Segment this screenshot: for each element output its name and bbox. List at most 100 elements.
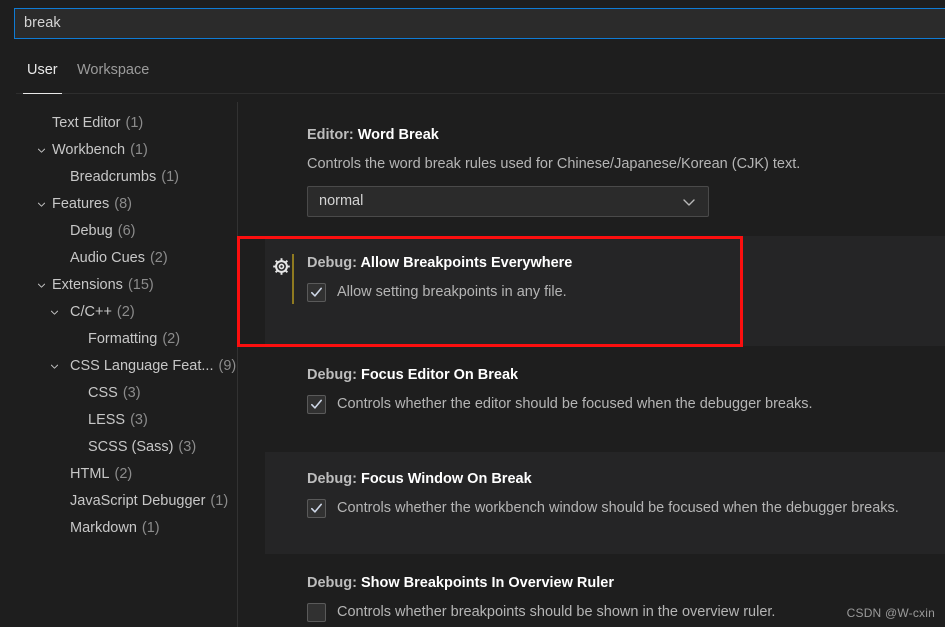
setting-checkbox-line: Controls whether the workbench window sh… [307,498,945,518]
sidebar-item-count: (1) [125,115,144,131]
sidebar-item-count: (3) [122,385,141,401]
sidebar-item-label: Workbench [52,142,126,158]
sidebar-item-count: (1) [141,520,160,536]
sidebar-item-javascript-debugger[interactable]: JavaScript Debugger (1) [0,488,237,515]
watermark: CSDN @W-cxin [846,606,935,620]
sidebar-item-label: JavaScript Debugger [70,493,206,509]
setting-name: Show Breakpoints In Overview Ruler [360,575,614,591]
setting-row[interactable]: Debug: Focus Window On Break Controls whe… [265,452,945,554]
sidebar-item-label: HTML [70,466,110,482]
settings-tree-sidebar: Text Editor (1) Workbench (1) Breadcrumbs (1)… [0,96,237,627]
search-input[interactable]: break [14,8,945,39]
sidebar-item-label: Audio Cues [70,250,145,266]
setting-category: Editor: [307,127,354,143]
modified-indicator [292,254,294,304]
tab-user[interactable]: User [23,60,62,94]
sidebar-item-label: CSS [88,385,118,401]
setting-category: Debug: [307,255,357,271]
sidebar-item-css[interactable]: CSS (3) [0,380,237,407]
setting-row[interactable]: Debug: Focus Editor On Break Controls whe… [265,348,945,450]
chevron-down-icon[interactable] [33,272,49,299]
settings-list: Editor: Word Break Controls the word brea… [238,96,945,627]
settings-editor: break User Workspace Text Editor (1) Workb… [0,0,945,627]
sidebar-item-count: (2) [116,304,135,320]
setting-name: Allow Breakpoints Everywhere [360,255,573,271]
sidebar-item-debug[interactable]: Debug (6) [0,218,237,245]
sidebar-item-count: (9) [218,358,237,374]
sidebar-item-count: (2) [162,331,181,347]
settings-scope-tabs: User Workspace [0,52,945,94]
setting-checkbox-line: Controls whether the editor should be fo… [307,394,945,414]
setting-checkbox-label: Controls whether the editor should be fo… [337,396,813,412]
sidebar-item-label: SCSS (Sass) [88,439,174,455]
setting-title: Debug: Allow Breakpoints Everywhere [307,253,945,273]
sidebar-item-audio-cues[interactable]: Audio Cues (2) [0,245,237,272]
sidebar-item-formatting[interactable]: Formatting (2) [0,326,237,353]
chevron-down-icon[interactable] [33,191,49,218]
checkbox-unchecked[interactable] [307,602,326,622]
setting-title: Debug: Focus Editor On Break [307,365,945,385]
sidebar-item-count: (1) [130,142,148,158]
setting-name: Focus Editor On Break [360,367,519,383]
sidebar-item-scss-sass[interactable]: SCSS (Sass) (3) [0,434,237,461]
sidebar-item-label: Debug [70,223,113,239]
sidebar-item-count: (3) [178,439,197,455]
setting-row[interactable]: Debug: Allow Breakpoints Everywhere Allow… [265,236,945,346]
setting-checkbox-label: Controls whether the workbench window sh… [337,500,899,516]
sidebar-item-label: Breadcrumbs [70,169,157,185]
sidebar-item-count: (1) [210,493,229,509]
sidebar-item-label: Extensions [52,277,123,293]
sidebar-item-label: Markdown [70,520,137,536]
setting-category: Debug: [307,471,357,487]
sidebar-item-breadcrumbs[interactable]: Breadcrumbs (1) [0,164,237,191]
sidebar-item-markdown[interactable]: Markdown (1) [0,515,237,542]
tabs-baseline [16,93,945,94]
sidebar-item-text-editor[interactable]: Text Editor (1) [0,110,237,137]
setting-checkbox-label: Controls whether breakpoints should be s… [337,604,776,620]
setting-row[interactable]: Debug: Show Breakpoints In Overview Rule… [265,556,945,627]
sidebar-item-html[interactable]: HTML (2) [0,461,237,488]
sidebar-item-count: (8) [114,196,132,212]
setting-checkbox-label: Allow setting breakpoints in any file. [337,284,567,300]
checkbox-checked[interactable] [307,282,326,302]
sidebar-item-count: (6) [117,223,136,239]
tab-workspace[interactable]: Workspace [73,60,153,94]
setting-category: Debug: [307,367,357,383]
sidebar-item-workbench[interactable]: Workbench (1) [0,137,237,164]
search-bar: break [0,0,945,47]
sidebar-item-count: (15) [127,277,154,293]
sidebar-item-count: (2) [149,250,168,266]
sidebar-item-extensions[interactable]: Extensions (15) [0,272,237,299]
chevron-down-icon[interactable] [33,137,49,164]
sidebar-item-c-c[interactable]: C/C++ (2) [0,299,237,326]
sidebar-item-label: Features [52,196,110,212]
chevron-down-icon[interactable] [46,353,62,380]
sidebar-item-less[interactable]: LESS (3) [0,407,237,434]
setting-dropdown[interactable]: normal [307,186,709,217]
setting-name: Focus Window On Break [360,471,532,487]
checkbox-checked[interactable] [307,498,326,518]
search-input-value: break [24,15,61,32]
chevron-down-icon[interactable] [681,194,697,210]
setting-title: Debug: Focus Window On Break [307,469,945,489]
sidebar-item-features[interactable]: Features (8) [0,191,237,218]
tab-workspace-label: Workspace [77,62,150,78]
sidebar-item-label: LESS [88,412,126,428]
sidebar-item-css-language-feat[interactable]: CSS Language Feat... (9) [0,353,237,380]
setting-name: Word Break [357,127,439,143]
gear-icon[interactable] [271,256,291,276]
setting-row[interactable]: Editor: Word Break Controls the word brea… [265,108,945,224]
setting-title: Debug: Show Breakpoints In Overview Rule… [307,573,945,593]
setting-dropdown-value: normal [319,193,364,210]
checkbox-checked[interactable] [307,394,326,414]
sidebar-item-label: C/C++ [70,304,112,320]
tab-user-label: User [27,62,58,78]
setting-description: Controls the word break rules used for C… [307,156,801,172]
sidebar-item-label: Formatting [88,331,158,347]
sidebar-item-count: (2) [114,466,133,482]
sidebar-item-count: (3) [130,412,148,428]
setting-checkbox-line: Allow setting breakpoints in any file. [307,282,945,302]
sidebar-item-label: Text Editor [52,115,121,131]
sidebar-item-label: CSS Language Feat... [70,358,214,374]
chevron-down-icon[interactable] [46,299,62,326]
